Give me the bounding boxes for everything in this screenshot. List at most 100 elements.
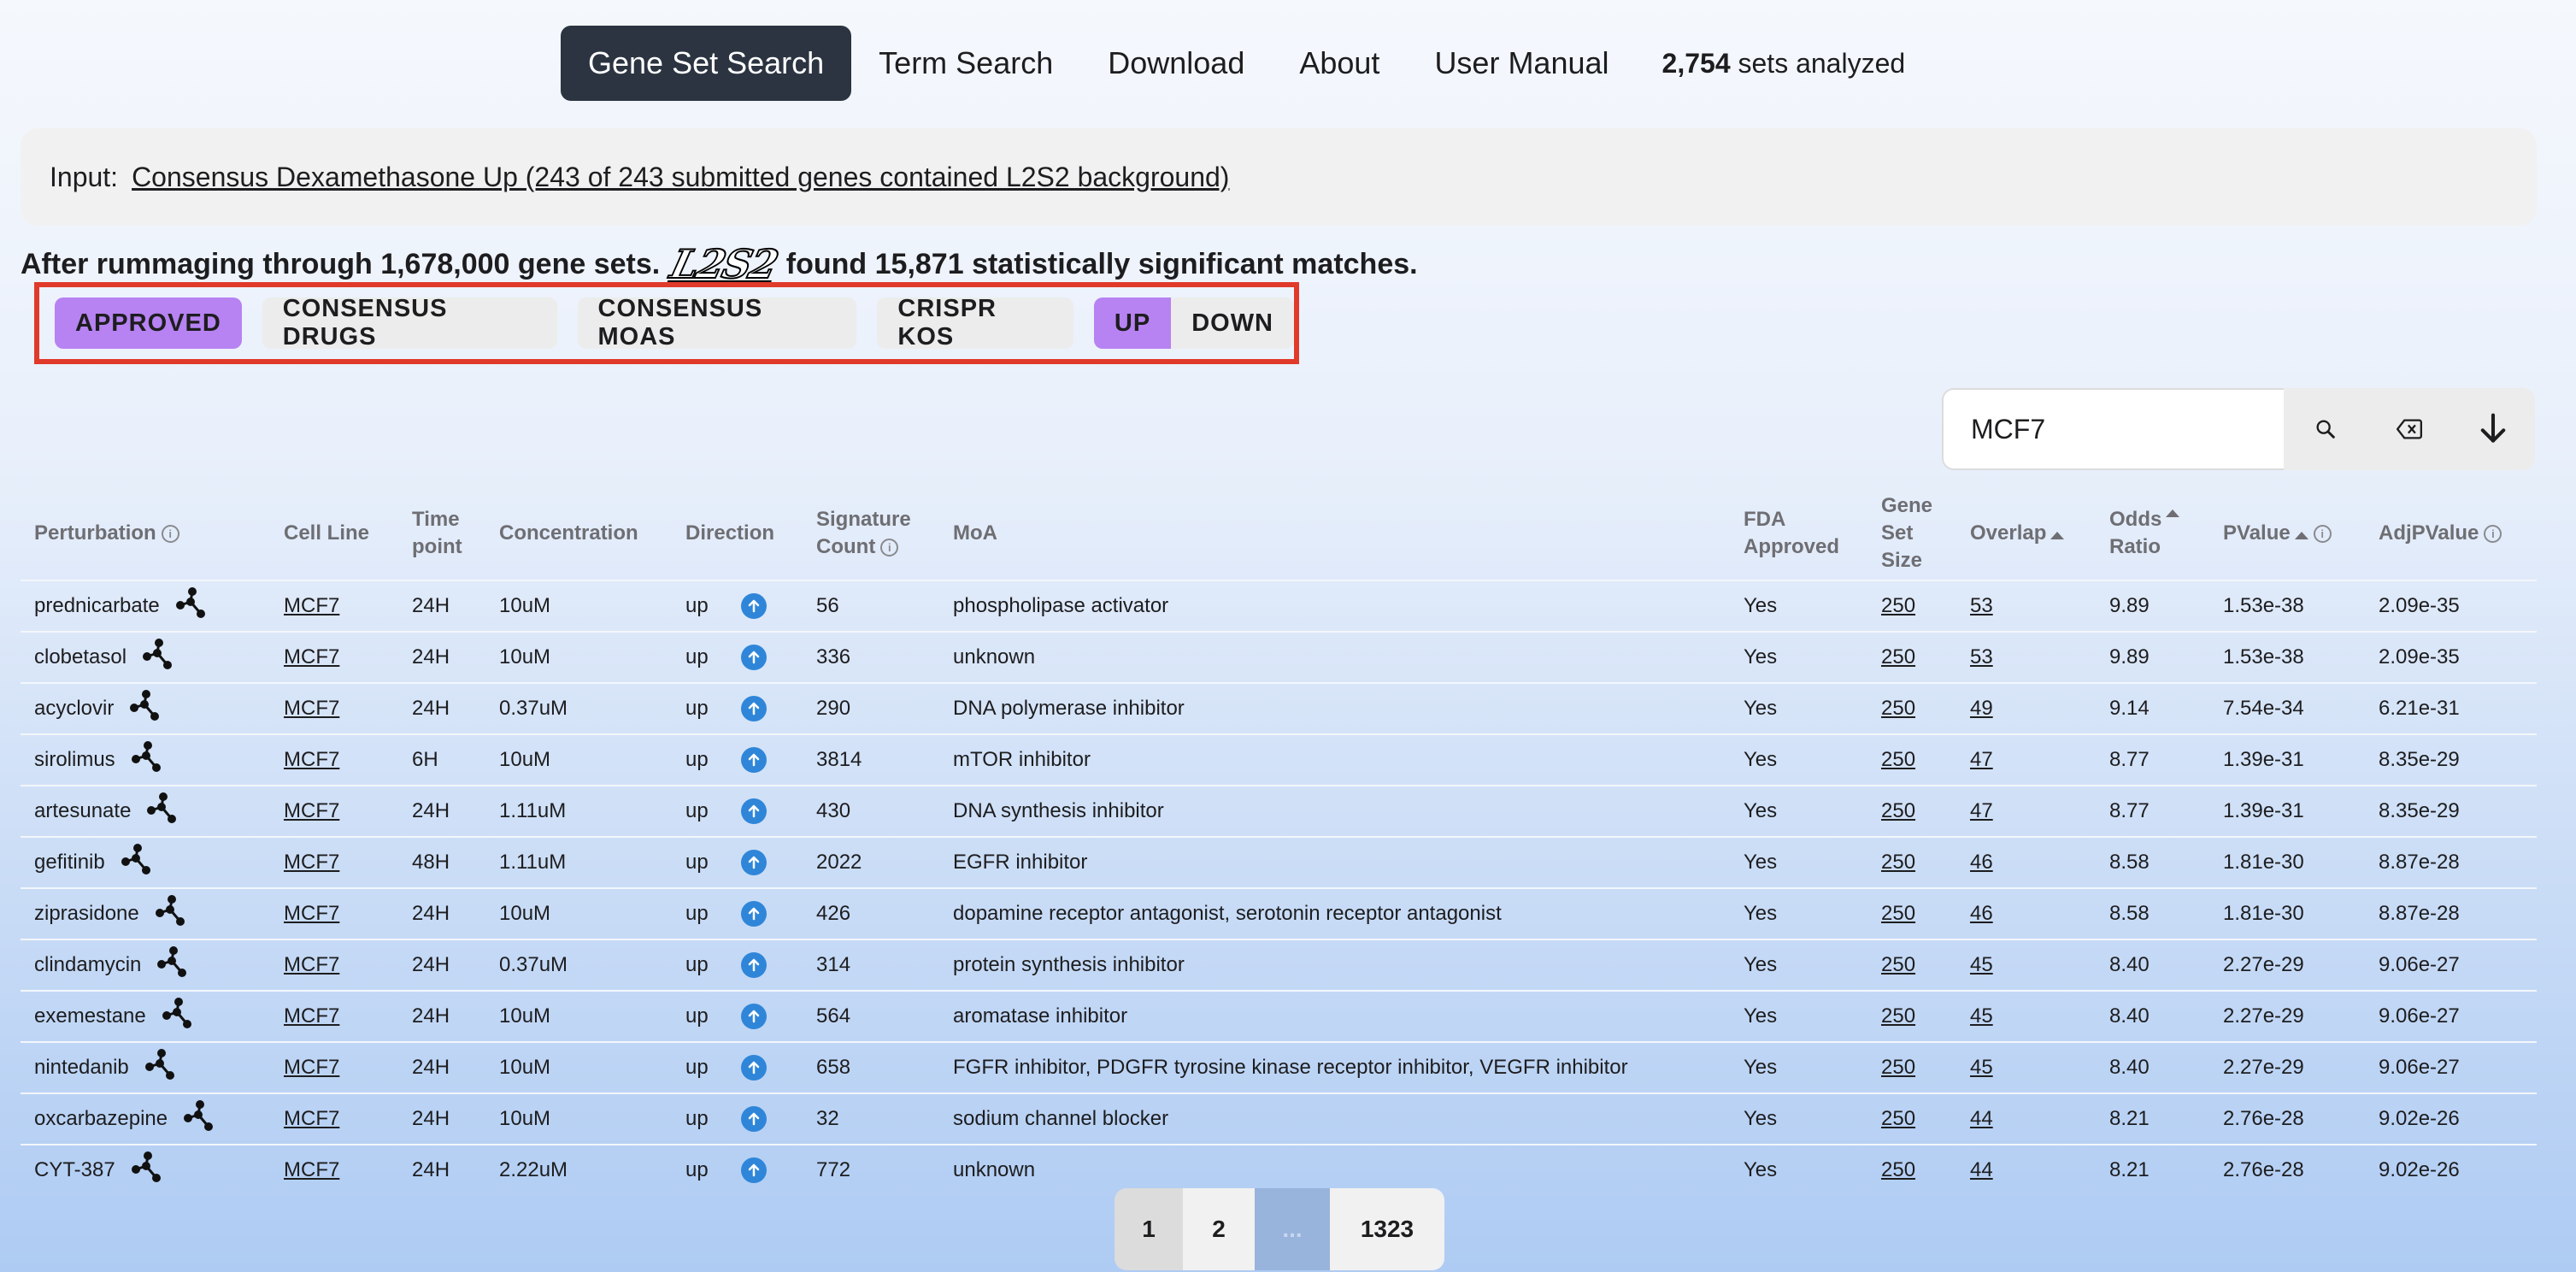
molecule-structure-icon[interactable]: [117, 843, 155, 883]
info-icon[interactable]: i: [2313, 524, 2332, 543]
molecule-structure-icon[interactable]: [179, 1099, 217, 1140]
header-adjpvalue[interactable]: AdjPValue i: [2379, 487, 2502, 580]
cell-line-link[interactable]: MCF7: [284, 1094, 339, 1144]
gene-set-size-link-text[interactable]: 250: [1881, 1107, 1915, 1131]
header-moa[interactable]: MoA: [953, 487, 997, 580]
molecule-structure-icon[interactable]: [151, 894, 189, 934]
nav-about[interactable]: About: [1272, 26, 1407, 101]
cell-line-link-text[interactable]: MCF7: [284, 1056, 339, 1080]
overlap-link-text[interactable]: 45: [1970, 1004, 1993, 1028]
cell-line-link-text[interactable]: MCF7: [284, 594, 339, 618]
cell-line-link-text[interactable]: MCF7: [284, 697, 339, 721]
gene-set-size-link[interactable]: 250: [1881, 684, 1915, 733]
overlap-link[interactable]: 47: [1970, 786, 1993, 836]
input-gene-set-link[interactable]: Consensus Dexamethasone Up (243 of 243 s…: [132, 162, 1229, 193]
header-pvalue[interactable]: PValue i: [2223, 487, 2332, 580]
gene-set-size-link[interactable]: 250: [1881, 1145, 1915, 1195]
gene-set-size-link-text[interactable]: 250: [1881, 594, 1915, 618]
overlap-link-text[interactable]: 45: [1970, 953, 1993, 977]
overlap-link[interactable]: 53: [1970, 633, 1993, 682]
cell-line-link[interactable]: MCF7: [284, 684, 339, 733]
gene-set-size-link[interactable]: 250: [1881, 940, 1915, 990]
overlap-link-text[interactable]: 46: [1970, 902, 1993, 926]
cell-line-link[interactable]: MCF7: [284, 735, 339, 785]
cell-line-link-text[interactable]: MCF7: [284, 748, 339, 772]
cell-line-link[interactable]: MCF7: [284, 1043, 339, 1092]
overlap-link[interactable]: 53: [1970, 581, 1993, 631]
molecule-structure-icon[interactable]: [172, 586, 209, 627]
filter-consensus-moas[interactable]: CONSENSUS MOAS: [577, 295, 857, 350]
gene-set-size-link-text[interactable]: 250: [1881, 799, 1915, 823]
cell-line-link[interactable]: MCF7: [284, 889, 339, 939]
page-1323[interactable]: 1323: [1330, 1188, 1444, 1270]
overlap-link[interactable]: 47: [1970, 735, 1993, 785]
molecule-structure-icon[interactable]: [127, 740, 165, 780]
overlap-link-text[interactable]: 44: [1970, 1107, 1993, 1131]
header-cell-line[interactable]: Cell Line: [284, 487, 369, 580]
overlap-link-text[interactable]: 49: [1970, 697, 1993, 721]
overlap-link[interactable]: 45: [1970, 992, 1993, 1041]
gene-set-size-link[interactable]: 250: [1881, 838, 1915, 887]
search-button[interactable]: [2284, 388, 2367, 470]
cell-line-link-text[interactable]: MCF7: [284, 851, 339, 874]
cell-line-link[interactable]: MCF7: [284, 838, 339, 887]
header-overlap[interactable]: Overlap: [1970, 487, 2065, 580]
cell-line-link[interactable]: MCF7: [284, 1145, 339, 1195]
header-gene-set-size[interactable]: Gene Set Size: [1881, 487, 1932, 580]
gene-set-size-link-text[interactable]: 250: [1881, 645, 1915, 669]
gene-set-size-link[interactable]: 250: [1881, 786, 1915, 836]
overlap-link-text[interactable]: 53: [1970, 594, 1993, 618]
cell-line-link-text[interactable]: MCF7: [284, 799, 339, 823]
gene-set-size-link-text[interactable]: 250: [1881, 851, 1915, 874]
info-icon[interactable]: i: [161, 524, 179, 543]
overlap-link-text[interactable]: 47: [1970, 799, 1993, 823]
filter-up[interactable]: UP: [1093, 297, 1172, 349]
info-icon[interactable]: i: [880, 539, 899, 557]
gene-set-size-link-text[interactable]: 250: [1881, 1056, 1915, 1080]
overlap-link-text[interactable]: 46: [1970, 851, 1993, 874]
overlap-link[interactable]: 44: [1970, 1094, 1993, 1144]
molecule-structure-icon[interactable]: [126, 689, 163, 729]
overlap-link[interactable]: 46: [1970, 889, 1993, 939]
gene-set-size-link-text[interactable]: 250: [1881, 1158, 1915, 1182]
cell-line-link-text[interactable]: MCF7: [284, 645, 339, 669]
header-direction[interactable]: Direction: [685, 487, 774, 580]
molecule-structure-icon[interactable]: [141, 1048, 179, 1088]
overlap-link-text[interactable]: 44: [1970, 1158, 1993, 1182]
gene-set-size-link[interactable]: 250: [1881, 735, 1915, 785]
cell-line-link-text[interactable]: MCF7: [284, 1158, 339, 1182]
overlap-link[interactable]: 49: [1970, 684, 1993, 733]
page-1[interactable]: 1: [1115, 1188, 1183, 1270]
filter-consensus-drugs[interactable]: CONSENSUS DRUGS: [262, 295, 557, 350]
molecule-structure-icon[interactable]: [127, 1151, 165, 1191]
overlap-link[interactable]: 45: [1970, 1043, 1993, 1092]
molecule-structure-icon[interactable]: [138, 638, 176, 678]
gene-set-size-link[interactable]: 250: [1881, 1094, 1915, 1144]
gene-set-size-link[interactable]: 250: [1881, 1043, 1915, 1092]
molecule-structure-icon[interactable]: [158, 997, 196, 1037]
header-time-point[interactable]: Time point: [412, 487, 462, 580]
gene-set-size-link-text[interactable]: 250: [1881, 748, 1915, 772]
filter-crispr-kos[interactable]: CRISPR KOS: [877, 295, 1073, 350]
gene-set-size-link-text[interactable]: 250: [1881, 953, 1915, 977]
nav-download[interactable]: Download: [1080, 26, 1272, 101]
molecule-structure-icon[interactable]: [153, 945, 191, 986]
nav-term-search[interactable]: Term Search: [851, 26, 1080, 101]
gene-set-size-link-text[interactable]: 250: [1881, 1004, 1915, 1028]
download-button[interactable]: [2451, 388, 2535, 470]
gene-set-size-link-text[interactable]: 250: [1881, 697, 1915, 721]
header-perturbation[interactable]: Perturbation i: [34, 487, 179, 580]
nav-user-manual[interactable]: User Manual: [1407, 26, 1636, 101]
cell-line-link[interactable]: MCF7: [284, 992, 339, 1041]
cell-line-link-text[interactable]: MCF7: [284, 953, 339, 977]
gene-set-size-link[interactable]: 250: [1881, 992, 1915, 1041]
overlap-link[interactable]: 44: [1970, 1145, 1993, 1195]
gene-set-size-link[interactable]: 250: [1881, 633, 1915, 682]
filter-down[interactable]: DOWN: [1171, 297, 1295, 349]
filter-approved[interactable]: APPROVED: [55, 297, 242, 349]
overlap-link-text[interactable]: 53: [1970, 645, 1993, 669]
clear-button[interactable]: [2367, 388, 2451, 470]
cell-line-link[interactable]: MCF7: [284, 581, 339, 631]
cell-line-link-text[interactable]: MCF7: [284, 902, 339, 926]
cell-line-link-text[interactable]: MCF7: [284, 1004, 339, 1028]
